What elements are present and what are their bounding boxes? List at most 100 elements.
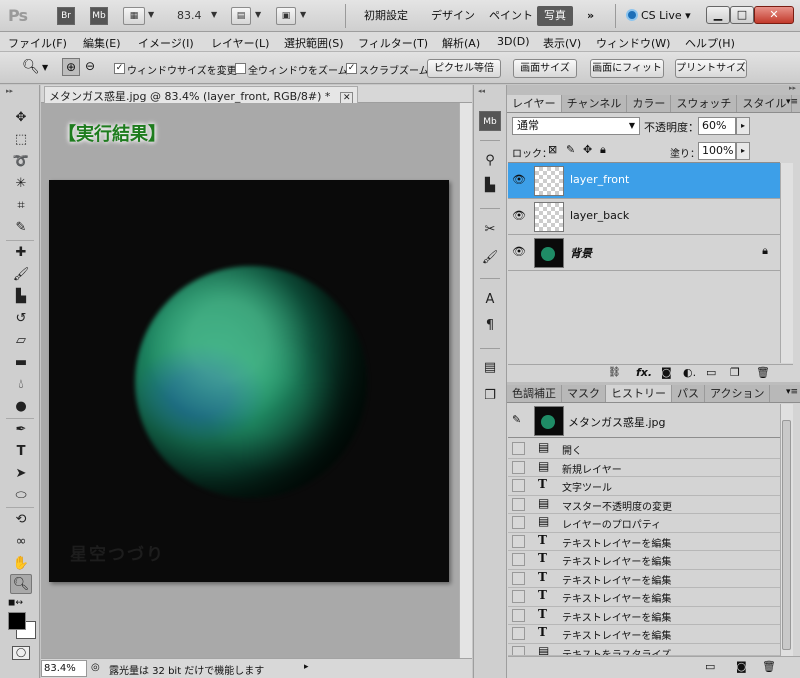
default-colors-icon[interactable]: ◼↔ <box>8 598 23 608</box>
tab-adjustments[interactable]: 色調補正 <box>507 385 562 402</box>
workspace-essentials[interactable]: 初期設定 <box>357 6 415 26</box>
fx-icon[interactable]: fx. <box>636 366 652 379</box>
character-panel-icon[interactable]: A <box>479 290 501 310</box>
trash-icon[interactable]: 🗑︎ <box>756 366 770 379</box>
3d-rotate-tool-icon[interactable]: ⟲ <box>10 510 32 530</box>
bridge-button[interactable]: Br <box>57 7 75 25</box>
history-brush-source-icon[interactable]: ✎ <box>512 413 521 426</box>
scrubby-zoom-checkbox[interactable]: ✓ <box>346 63 357 74</box>
status-menu-arrow-icon[interactable]: ▸ <box>304 662 309 672</box>
menu-layer[interactable]: レイヤー(L) <box>211 35 269 51</box>
add-mask-icon[interactable]: ◙ <box>661 366 672 379</box>
screen-mode-icon[interactable]: ▣ <box>276 7 296 25</box>
layer-row-background[interactable]: 👁︎ 背景 🔒︎ <box>508 235 780 271</box>
3d-orbit-tool-icon[interactable]: ∞ <box>10 532 32 552</box>
screen-size-button[interactable]: 画面サイズ <box>513 59 577 78</box>
layer-row-front[interactable]: 👁︎ layer_front <box>508 163 780 199</box>
tab-layers[interactable]: レイヤー <box>507 95 562 112</box>
healing-brush-tool-icon[interactable]: ✚ <box>10 243 32 263</box>
zoom-out-icon[interactable]: ⊖ <box>81 58 99 76</box>
history-item[interactable]: T テキストレイヤーを編集 <box>508 607 780 625</box>
new-document-from-state-icon[interactable]: ▭ <box>705 660 715 673</box>
blur-tool-icon[interactable]: 💧︎ <box>10 375 32 395</box>
tab-color[interactable]: カラー <box>627 95 672 112</box>
dodge-tool-icon[interactable]: ● <box>10 397 32 417</box>
new-layer-icon[interactable]: ❐ <box>730 366 740 379</box>
history-item[interactable]: ▤ テキストをラスタライズ <box>508 644 780 656</box>
eyedropper-tool-icon[interactable]: ✎ <box>10 218 32 238</box>
tab-actions[interactable]: アクション <box>705 385 771 402</box>
history-item[interactable]: ▤ レイヤーのプロパティ <box>508 514 780 533</box>
actual-pixels-button[interactable]: ピクセル等倍 <box>427 59 501 78</box>
workspace-painting[interactable]: ペイント <box>482 6 540 26</box>
maximize-button[interactable]: □ <box>730 6 754 24</box>
menu-select[interactable]: 選択範囲(S) <box>284 35 344 51</box>
cs-live-button[interactable]: CS Live ▾ <box>626 9 691 22</box>
link-layers-icon[interactable]: ⛓ <box>608 367 621 378</box>
more-workspaces-button[interactable]: » <box>580 6 601 26</box>
chevron-down-icon[interactable]: ▼ <box>42 63 48 72</box>
chevron-down-icon[interactable]: ▼ <box>211 10 217 19</box>
document-image[interactable] <box>49 180 449 582</box>
opacity-field[interactable]: 60% <box>698 117 736 135</box>
lock-image-icon[interactable]: ✎ <box>566 143 575 156</box>
history-item[interactable]: T テキストレイヤーを編集 <box>508 570 780 588</box>
menu-window[interactable]: ウィンドウ(W) <box>596 35 670 51</box>
menu-3d[interactable]: 3D(D) <box>497 35 530 48</box>
type-tool-icon[interactable]: T <box>10 442 32 462</box>
tab-styles[interactable]: スタイル <box>737 95 793 112</box>
close-button[interactable]: ✕ <box>754 6 794 24</box>
zoom-level[interactable]: 83.4 <box>177 9 202 22</box>
history-item[interactable]: T テキストレイヤーを編集 <box>508 533 780 551</box>
brush-panel-icon[interactable]: 🖌︎ <box>479 248 501 268</box>
new-group-icon[interactable]: ▭ <box>706 366 716 379</box>
menu-view[interactable]: 表示(V) <box>543 35 581 51</box>
history-item[interactable]: T テキストレイヤーを編集 <box>508 588 780 607</box>
history-source-checkbox[interactable] <box>512 608 525 622</box>
lasso-tool-icon[interactable]: ➰ <box>10 152 32 172</box>
move-tool-icon[interactable]: ✥ <box>10 108 32 128</box>
history-brush-tool-icon[interactable]: ↺ <box>10 309 32 329</box>
status-info-icon[interactable]: ◎ <box>91 662 100 673</box>
history-source-checkbox[interactable] <box>512 553 525 566</box>
quick-selection-tool-icon[interactable]: ✳ <box>10 174 32 194</box>
history-source-checkbox[interactable] <box>512 645 525 655</box>
layers-scrollbar[interactable] <box>780 163 793 363</box>
crop-tool-icon[interactable]: ⌗ <box>10 196 32 216</box>
zoom-tool-icon[interactable]: 🔍︎ <box>10 574 32 594</box>
history-source-checkbox[interactable] <box>512 627 525 640</box>
menu-edit[interactable]: 編集(E) <box>83 35 121 51</box>
clone-source-icon[interactable]: ▙ <box>479 176 501 196</box>
layer-row-back[interactable]: 👁︎ layer_back <box>508 199 780 235</box>
view-extras-icon[interactable]: ▦ <box>123 7 145 25</box>
print-size-button[interactable]: プリントサイズ <box>675 59 747 78</box>
history-item[interactable]: ▤ マスター不透明度の変更 <box>508 496 780 514</box>
collapse-panel-icon[interactable]: ▸▸ <box>789 84 796 92</box>
menu-file[interactable]: ファイル(F) <box>8 35 67 51</box>
foreground-color-swatch[interactable] <box>8 612 26 630</box>
document-tab[interactable]: メタンガス惑星.jpg @ 83.4% (layer_front, RGB/8#… <box>44 86 359 104</box>
opacity-slider-button[interactable]: ▸ <box>736 117 750 135</box>
workspace-photography[interactable]: 写真 <box>537 6 573 26</box>
collapse-dock-icon[interactable]: ◂◂ <box>478 87 485 95</box>
adjustment-layer-icon[interactable]: ◐. <box>683 366 696 379</box>
zoom-status-field[interactable]: 83.4% <box>41 660 87 677</box>
lock-transparent-icon[interactable]: ⊠ <box>548 143 557 156</box>
zoom-tool-preset-icon[interactable]: 🔍︎ <box>22 59 40 75</box>
blend-mode-select[interactable]: 通常 ▼ <box>512 117 640 135</box>
arrange-documents-icon[interactable]: ▤ <box>231 7 251 25</box>
layer-comps-icon[interactable]: ❐ <box>479 386 501 406</box>
history-item[interactable]: T 文字ツール <box>508 477 780 496</box>
history-source-checkbox[interactable] <box>512 534 525 548</box>
tab-swatches[interactable]: スウォッチ <box>671 95 738 112</box>
history-item[interactable]: T テキストレイヤーを編集 <box>508 625 780 644</box>
history-item[interactable]: T テキストレイヤーを編集 <box>508 551 780 570</box>
history-scroll-thumb[interactable] <box>782 420 791 650</box>
history-source-checkbox[interactable] <box>512 590 525 603</box>
lock-position-icon[interactable]: ✥ <box>583 143 592 156</box>
trash-icon[interactable]: 🗑︎ <box>762 660 776 673</box>
menu-analysis[interactable]: 解析(A) <box>442 35 480 51</box>
pen-tool-icon[interactable]: ✒ <box>10 420 32 440</box>
zoom-in-icon[interactable]: ⊕ <box>62 58 80 76</box>
notes-panel-icon[interactable]: ▤ <box>479 358 501 378</box>
